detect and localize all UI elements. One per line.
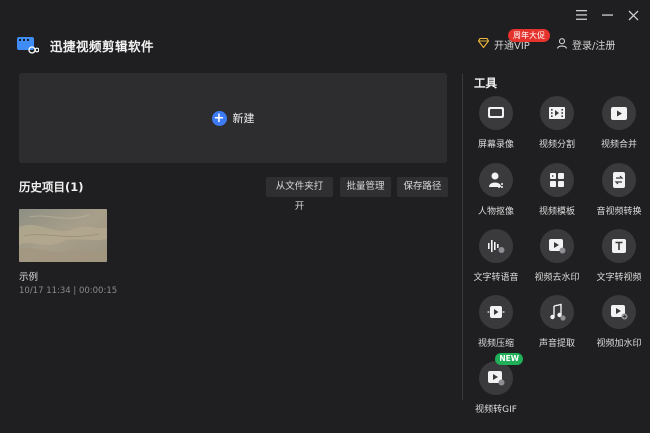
video-to-gif-icon: NEW: [479, 353, 523, 395]
app-title: 迅捷视频剪辑软件: [50, 39, 155, 54]
minimize-icon[interactable]: [600, 8, 614, 22]
tool-video-template[interactable]: 视频模板: [527, 163, 587, 217]
tool-remove-watermark[interactable]: 视频去水印: [527, 229, 587, 283]
tool-video-compress[interactable]: 视频压缩: [466, 295, 526, 349]
batch-manage-button[interactable]: 批量管理: [340, 177, 391, 197]
app-logo-icon: [17, 34, 40, 56]
tool-label: 音视频转换: [596, 207, 642, 217]
tool-audio-extract[interactable]: 声音提取: [527, 295, 587, 349]
tools-title: 工具: [474, 76, 497, 90]
tool-label: 声音提取: [538, 339, 575, 349]
menu-icon[interactable]: [574, 8, 588, 22]
close-icon[interactable]: [626, 8, 640, 22]
video-merge-icon: [602, 96, 636, 130]
tool-label: 文字转视频: [596, 273, 642, 283]
login-label: 登录/注册: [572, 41, 616, 52]
text-to-video-icon: [602, 229, 636, 263]
tool-screen-record[interactable]: 屏幕录像: [466, 96, 526, 150]
tool-text-to-speech[interactable]: 文字转语音: [466, 229, 526, 283]
panel-divider: [462, 74, 463, 400]
project-meta: 10/17 11:34 | 00:00:15: [19, 286, 118, 296]
new-project-label: 新建: [232, 112, 255, 125]
project-thumbnail[interactable]: [19, 209, 107, 262]
tool-portrait-cutout[interactable]: 人物抠像: [466, 163, 526, 217]
tool-label: 视频加水印: [596, 339, 642, 349]
tool-label: 视频转GIF: [475, 405, 517, 415]
save-path-button[interactable]: 保存路径: [397, 177, 448, 197]
new-project-button[interactable]: + 新建: [19, 73, 447, 163]
plus-icon: +: [211, 110, 227, 126]
history-title: 历史项目(1): [19, 180, 84, 194]
video-template-icon: [540, 163, 574, 197]
tool-label: 人物抠像: [477, 207, 514, 217]
tool-label: 文字转语音: [473, 273, 519, 283]
diamond-icon: [477, 37, 490, 51]
audio-extract-icon: [540, 295, 574, 329]
portrait-cutout-icon: [479, 163, 513, 197]
screen-record-icon: [479, 96, 513, 130]
remove-watermark-icon: [540, 229, 574, 263]
text-to-speech-icon: [479, 229, 513, 263]
tool-video-split[interactable]: 视频分割: [527, 96, 587, 150]
tool-av-convert[interactable]: 音视频转换: [589, 163, 649, 217]
add-watermark-icon: [602, 295, 636, 329]
tool-video-merge[interactable]: 视频合并: [589, 96, 649, 150]
tool-video-to-gif[interactable]: NEW 视频转GIF: [466, 353, 526, 415]
tool-label: 视频合并: [600, 140, 637, 150]
av-convert-icon: [602, 163, 636, 197]
video-compress-icon: [479, 295, 513, 329]
project-name: 示例: [19, 272, 39, 283]
window-controls: [574, 8, 640, 22]
tool-label: 视频压缩: [477, 339, 514, 349]
vip-promo-badge: 周年大促: [508, 29, 550, 42]
login-button[interactable]: 登录/注册: [557, 37, 615, 52]
tool-add-watermark[interactable]: 视频加水印: [589, 295, 649, 349]
user-icon: [557, 37, 567, 52]
open-from-folder-button[interactable]: 从文件夹打开: [266, 177, 333, 212]
tool-label: 视频去水印: [534, 273, 580, 283]
tool-text-to-video[interactable]: 文字转视频: [589, 229, 649, 283]
tool-label: 视频模板: [538, 207, 575, 217]
video-split-icon: [540, 96, 574, 130]
new-badge: NEW: [495, 353, 523, 365]
tool-label: 视频分割: [538, 140, 575, 150]
tool-label: 屏幕录像: [477, 140, 514, 150]
